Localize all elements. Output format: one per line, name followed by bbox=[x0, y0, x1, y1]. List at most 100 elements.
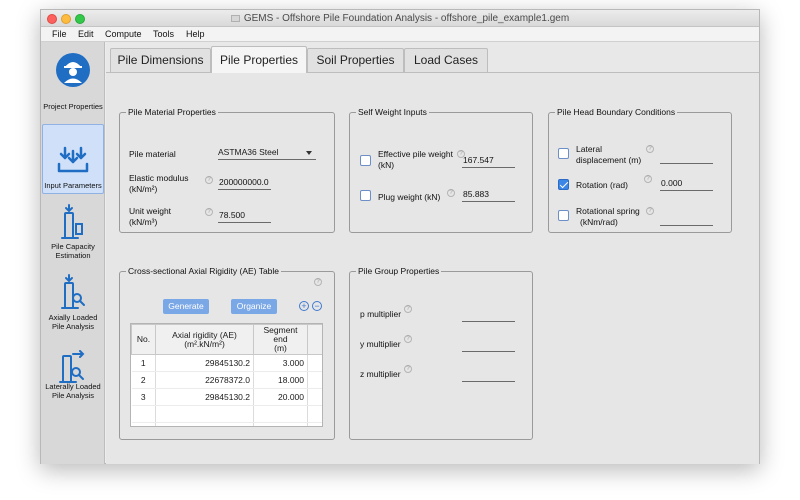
col-no-header[interactable]: No. bbox=[131, 324, 156, 355]
y-multiplier-field[interactable] bbox=[462, 339, 515, 352]
sidebar-item-pile-capacity[interactable]: Pile Capacity Estimation bbox=[42, 200, 104, 266]
p-multiplier-field[interactable] bbox=[462, 309, 515, 322]
cell-ae[interactable]: 22678372.0 bbox=[155, 371, 254, 389]
engineer-icon bbox=[56, 53, 90, 87]
table-row[interactable]: 1 29845130.2 3.000 bbox=[131, 354, 322, 372]
lateral-displacement-checkbox[interactable] bbox=[558, 148, 569, 159]
cell-ae[interactable]: 29845130.2 bbox=[155, 388, 254, 406]
document-icon bbox=[230, 15, 240, 22]
table-row-empty[interactable] bbox=[131, 422, 322, 426]
pile-group-legend: Pile Group Properties bbox=[358, 266, 440, 276]
lateral-displacement-field[interactable] bbox=[660, 151, 713, 164]
help-icon[interactable]: ? bbox=[205, 208, 213, 216]
sidebar-item-input-parameters[interactable]: Input Parameters bbox=[42, 124, 104, 194]
help-icon[interactable]: ? bbox=[447, 189, 455, 197]
input-arrows-icon bbox=[57, 146, 89, 173]
rotational-spring-checkbox[interactable] bbox=[558, 210, 569, 221]
y-multiplier-label: y multiplier bbox=[360, 339, 401, 349]
tab-pile-dimensions[interactable]: Pile Dimensions bbox=[110, 48, 211, 72]
tab-pile-properties[interactable]: Pile Properties bbox=[211, 46, 307, 73]
unit-weight-unit: (kN/m³) bbox=[129, 217, 158, 227]
window-title: GEMS - Offshore Pile Foundation Analysis… bbox=[41, 13, 759, 24]
cell-no[interactable]: 2 bbox=[131, 371, 156, 389]
table-row[interactable]: 3 29845130.2 20.000 bbox=[131, 388, 322, 406]
boundary-conditions-legend: Pile Head Boundary Conditions bbox=[557, 107, 676, 117]
col-seg-header[interactable]: Segment end (m) bbox=[253, 324, 308, 355]
self-weight-legend: Self Weight Inputs bbox=[358, 107, 427, 117]
elastic-modulus-label: Elastic modulus bbox=[129, 173, 189, 183]
sidebar-item-project-properties[interactable]: Project Properties bbox=[42, 44, 104, 122]
help-icon[interactable]: ? bbox=[205, 176, 213, 184]
table-row-empty[interactable] bbox=[131, 405, 322, 423]
menu-tools[interactable]: Tools bbox=[153, 29, 174, 39]
rotational-spring-label: Rotational spring bbox=[576, 206, 640, 216]
plug-weight-label: Plug weight (kN) bbox=[378, 192, 441, 202]
remove-row-icon[interactable]: − bbox=[312, 301, 322, 311]
cell-seg[interactable]: 18.000 bbox=[253, 371, 308, 389]
help-icon[interactable]: ? bbox=[646, 207, 654, 215]
help-icon[interactable]: ? bbox=[404, 305, 412, 313]
cell-seg[interactable]: 3.000 bbox=[253, 354, 308, 372]
cell-ae[interactable]: 29845130.2 bbox=[155, 354, 254, 372]
organize-button[interactable]: Organize bbox=[231, 299, 277, 314]
sidebar-label-project-properties: Project Properties bbox=[43, 102, 103, 111]
sidebar-label-input-parameters: Input Parameters bbox=[44, 181, 102, 190]
cell-no[interactable]: 3 bbox=[131, 388, 156, 406]
title-bar: GEMS - Offshore Pile Foundation Analysis… bbox=[41, 10, 759, 27]
col-no-text: No. bbox=[136, 334, 151, 344]
cell-empty bbox=[155, 405, 254, 423]
table-header-row: No. Axial rigidity (AE) (m².kN/m²) Segmen… bbox=[131, 324, 322, 355]
table-row[interactable]: 2 22678372.0 18.000 bbox=[131, 371, 322, 389]
menu-file[interactable]: File bbox=[52, 29, 67, 39]
pile-material-select[interactable]: ASTMA36 Steel bbox=[218, 147, 316, 160]
pile-properties-panel: Pile Material Properties Pile material A… bbox=[106, 72, 759, 464]
cell-empty bbox=[307, 422, 322, 426]
add-row-icon[interactable]: + bbox=[299, 301, 309, 311]
help-icon[interactable]: ? bbox=[404, 335, 412, 343]
col-ae-header[interactable]: Axial rigidity (AE) (m².kN/m²) bbox=[155, 324, 254, 355]
help-icon[interactable]: ? bbox=[646, 145, 654, 153]
sidebar-item-laterally-loaded[interactable]: Laterally Loaded Pile Analysis bbox=[42, 346, 104, 416]
cell-no[interactable]: 1 bbox=[131, 354, 156, 372]
cell-empty bbox=[307, 371, 322, 389]
unit-weight-field[interactable]: 78.500 bbox=[218, 210, 271, 223]
cell-empty bbox=[253, 405, 308, 423]
help-icon[interactable]: ? bbox=[644, 175, 652, 183]
lateral-pile-icon bbox=[59, 350, 85, 383]
elastic-modulus-field[interactable]: 200000000.0 bbox=[218, 177, 271, 190]
help-icon[interactable]: ? bbox=[314, 278, 322, 286]
help-icon[interactable]: ? bbox=[404, 365, 412, 373]
z-multiplier-field[interactable] bbox=[462, 369, 515, 382]
effective-weight-field[interactable]: 167.547 bbox=[462, 155, 515, 168]
tab-load-cases[interactable]: Load Cases bbox=[404, 48, 488, 72]
effective-weight-label: Effective pile weight bbox=[378, 149, 453, 159]
pile-material-legend: Pile Material Properties bbox=[128, 107, 216, 117]
rotation-field[interactable]: 0.000 bbox=[660, 178, 713, 191]
plug-weight-field[interactable]: 85.883 bbox=[462, 189, 515, 202]
cell-empty bbox=[155, 422, 254, 426]
menu-compute[interactable]: Compute bbox=[105, 29, 142, 39]
unit-weight-label: Unit weight bbox=[129, 206, 172, 216]
p-multiplier-label: p multiplier bbox=[360, 309, 402, 319]
z-multiplier-label: z multiplier bbox=[360, 369, 401, 379]
cell-empty bbox=[131, 422, 156, 426]
menu-help[interactable]: Help bbox=[186, 29, 205, 39]
generate-button[interactable]: Generate bbox=[163, 299, 209, 314]
cell-empty bbox=[307, 388, 322, 406]
menu-edit[interactable]: Edit bbox=[78, 29, 94, 39]
effective-weight-checkbox[interactable] bbox=[360, 155, 371, 166]
col-seg-text-1: Segment end bbox=[263, 325, 298, 344]
menu-bar: File Edit Compute Tools Help bbox=[41, 27, 759, 42]
cell-seg[interactable]: 20.000 bbox=[253, 388, 308, 406]
elastic-modulus-unit: (kN/m²) bbox=[129, 184, 158, 194]
tab-soil-properties[interactable]: Soil Properties bbox=[307, 48, 404, 72]
sidebar: Project Properties Input Parameters Pile… bbox=[41, 42, 105, 464]
pile-material-selected: ASTMA36 Steel bbox=[218, 147, 279, 157]
rotation-checkbox[interactable] bbox=[558, 179, 569, 190]
app-window: GEMS - Offshore Pile Foundation Analysis… bbox=[40, 9, 760, 464]
axial-pile-icon bbox=[61, 274, 85, 309]
sidebar-item-axially-loaded[interactable]: Axially Loaded Pile Analysis bbox=[42, 270, 104, 338]
effective-weight-unit: (kN) bbox=[378, 160, 395, 170]
plug-weight-checkbox[interactable] bbox=[360, 190, 371, 201]
rotational-spring-field[interactable] bbox=[660, 213, 713, 226]
